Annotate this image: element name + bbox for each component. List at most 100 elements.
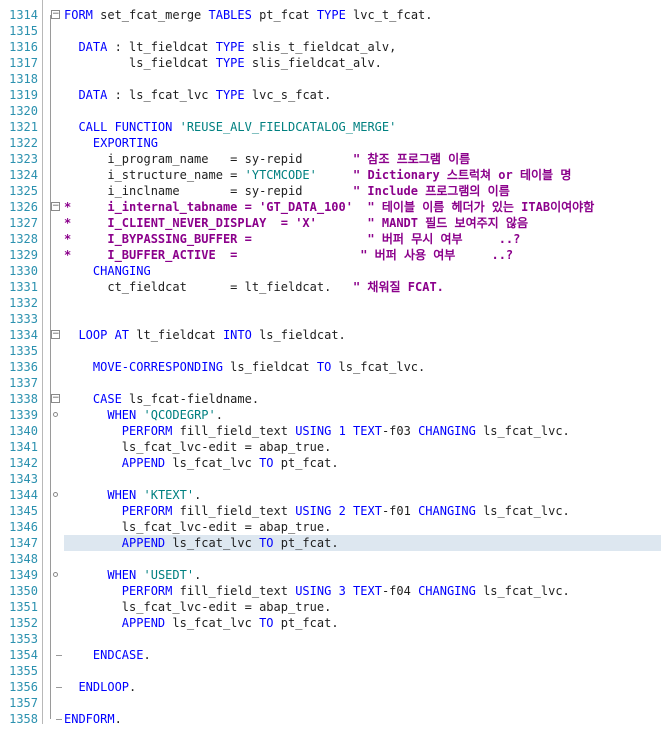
code-line[interactable]: 1332 [0,295,661,311]
code-text: i_inclname = sy-repid " Include 프로그램의 이름 [64,183,510,199]
code-line[interactable]: 1355 [0,663,661,679]
code-line[interactable]: 1335 [0,343,661,359]
code-token: ls_fcat_lvc-edit = abap_true. [64,600,332,614]
code-line[interactable]: 1317 ls_fieldcat TYPE slis_fieldcat_alv. [0,55,661,71]
code-token: * I_CLIENT_NEVER_DISPLAY = 'X' " MANDT 필… [64,216,529,230]
fold-toggle-icon[interactable]: − [51,202,60,211]
fold-toggle-icon[interactable]: − [51,394,60,403]
fold-margin[interactable]: − − − − [50,0,64,731]
code-line[interactable]: 1348 [0,551,661,567]
code-line[interactable]: 1323 i_program_name = sy-repid " 참조 프로그램… [0,151,661,167]
code-token: CALL FUNCTION [78,120,173,134]
code-line[interactable]: 1325 i_inclname = sy-repid " Include 프로그… [0,183,661,199]
code-text: APPEND ls_fcat_lvc TO pt_fcat. [64,535,339,551]
code-token: TYPE [215,56,245,70]
code-token: . [194,488,202,502]
code-line[interactable]: 1344 WHEN 'KTEXT'. [0,487,661,503]
code-text: DATA : ls_fcat_lvc TYPE lvc_s_fcat. [64,87,331,103]
code-line[interactable]: 1318 [0,71,661,87]
code-line[interactable]: 1327 * I_CLIENT_NEVER_DISPLAY = 'X' " MAN… [0,215,661,231]
fold-toggle-icon[interactable]: − [51,10,60,19]
code-text: * I_BYPASSING_BUFFER = " 버퍼 무시 여부 ..? [64,231,520,247]
fold-toggle-icon[interactable]: − [51,330,60,339]
code-line[interactable]: 1347 APPEND ls_fcat_lvc TO pt_fcat. [0,535,661,551]
code-line[interactable]: 1316 DATA : lt_fieldcat TYPE slis_t_fiel… [0,39,661,55]
code-line[interactable]: 1330 CHANGING [0,263,661,279]
code-line[interactable]: 1341 ls_fcat_lvc-edit = abap_true. [0,439,661,455]
code-line[interactable]: 1357 [0,695,661,711]
code-line[interactable]: 1319 DATA : ls_fcat_lvc TYPE lvc_s_fcat. [0,87,661,103]
code-line[interactable]: 1321 CALL FUNCTION 'REUSE_ALV_FIELDCATAL… [0,119,661,135]
code-line[interactable]: 1338 CASE ls_fcat-fieldname. [0,391,661,407]
code-line[interactable]: 1353 [0,631,661,647]
code-line[interactable]: 1328 * I_BYPASSING_BUFFER = " 버퍼 무시 여부 ..… [0,231,661,247]
code-editor[interactable]: 1314 FORM set_fcat_merge TABLES pt_fcat T… [0,0,661,731]
code-token: MOVE-CORRESPONDING [92,360,223,374]
code-token: fill_field_text [172,504,296,518]
code-line[interactable]: 1336 MOVE-CORRESPONDING ls_fieldcat TO l… [0,359,661,375]
code-line[interactable]: 1352 APPEND ls_fcat_lvc TO pt_fcat. [0,615,661,631]
code-line[interactable]: 1349 WHEN 'USEDT'. [0,567,661,583]
code-line[interactable]: 1322 EXPORTING [0,135,661,151]
code-line[interactable]: 1324 i_structure_name = 'YTCMCODE' " Dic… [0,167,661,183]
line-number: 1353 [9,632,38,646]
code-token: TO [259,456,274,470]
fold-node-icon[interactable] [53,492,58,497]
code-token: * I_BUFFER_ACTIVE = " 버퍼 사용 여부 ..? [64,248,514,262]
code-token: TO [259,536,274,550]
code-line[interactable]: 1331 ct_fieldcat = lt_fieldcat. " 채워질 FC… [0,279,661,295]
code-token: . [215,408,223,422]
code-token: TO [259,616,274,630]
line-number: 1357 [9,696,38,710]
code-line[interactable]: 1343 [0,471,661,487]
code-line[interactable]: 1333 [0,311,661,327]
code-text: i_structure_name = 'YTCMCODE' " Dictiona… [64,167,571,183]
code-text: DATA : lt_fieldcat TYPE slis_t_fieldcat_… [64,39,396,55]
line-number: 1323 [9,152,38,166]
code-line[interactable]: 1329 * I_BUFFER_ACTIVE = " 버퍼 사용 여부 ..? [0,247,661,263]
code-line[interactable]: 1356 ENDLOOP. [0,679,661,695]
code-line[interactable]: 1320 [0,103,661,119]
line-number: 1324 [9,168,38,182]
code-line[interactable]: 1339 WHEN 'QCODEGRP'. [0,407,661,423]
code-line[interactable]: 1345 PERFORM fill_field_text USING 2 TEX… [0,503,661,519]
code-token: " Include 프로그램의 이름 [352,184,510,198]
code-line[interactable]: 1326 * i_internal_tabname = 'GT_DATA_100'… [0,199,661,215]
code-token: PERFORM [121,584,173,598]
code-token: pt_fcat. [273,456,339,470]
code-token: APPEND [121,616,166,630]
line-number: 1354 [9,648,38,662]
code-line[interactable]: 1354 ENDCASE. [0,647,661,663]
fold-node-icon[interactable] [53,572,58,577]
code-token: ENDLOOP [78,680,130,694]
fold-guide-line [50,15,51,719]
code-token: PERFORM [121,504,173,518]
code-line[interactable]: 1337 [0,375,661,391]
fold-node-icon[interactable] [53,412,58,417]
code-token: ENDCASE [92,648,144,662]
code-line[interactable]: 1346 ls_fcat_lvc-edit = abap_true. [0,519,661,535]
line-number: 1337 [9,376,38,390]
code-line[interactable]: 1334 LOOP AT lt_fieldcat INTO ls_fieldca… [0,327,661,343]
code-line[interactable]: 1340 PERFORM fill_field_text USING 1 TEX… [0,423,661,439]
code-line[interactable]: 1314 FORM set_fcat_merge TABLES pt_fcat T… [0,7,661,23]
fold-end-marker [56,719,62,720]
code-token: . [129,680,137,694]
code-line[interactable]: 1350 PERFORM fill_field_text USING 3 TEX… [0,583,661,599]
line-number: 1349 [9,568,38,582]
code-line[interactable]: 1351 ls_fcat_lvc-edit = abap_true. [0,599,661,615]
line-number: 1335 [9,344,38,358]
code-text: APPEND ls_fcat_lvc TO pt_fcat. [64,615,339,631]
code-line[interactable]: 1342 APPEND ls_fcat_lvc TO pt_fcat. [0,455,661,471]
code-text: * i_internal_tabname = 'GT_DATA_100' " 테… [64,199,594,215]
code-line[interactable]: 1315 [0,23,661,39]
line-number: 1329 [9,248,38,262]
